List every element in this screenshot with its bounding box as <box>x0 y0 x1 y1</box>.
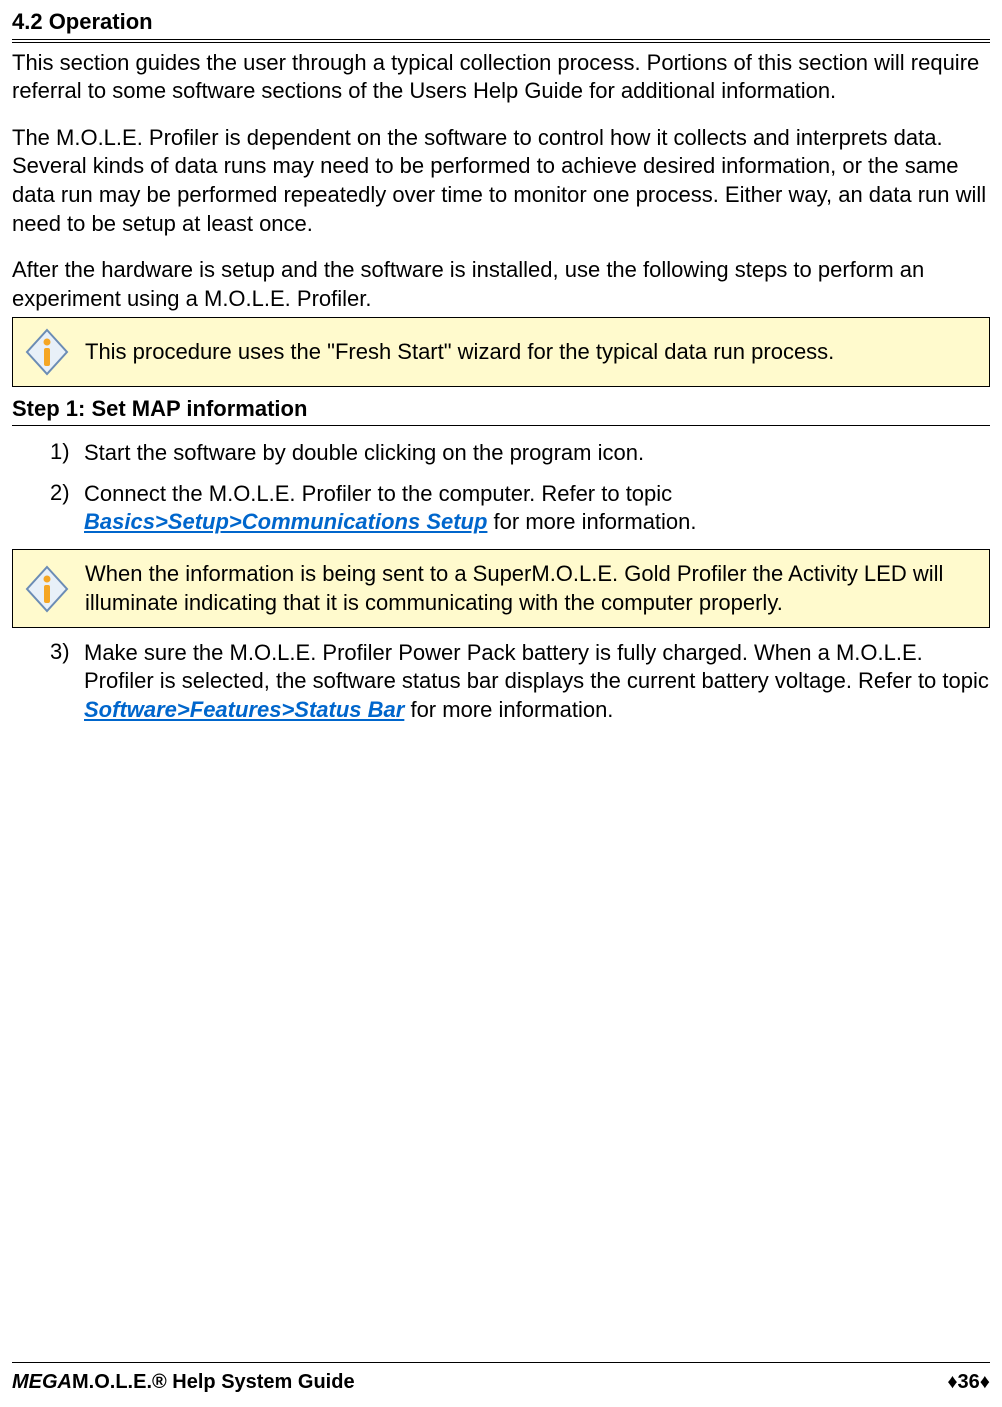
note-box-fresh-start: This procedure uses the "Fresh Start" wi… <box>12 317 990 387</box>
page-footer: MEGAM.O.L.E.® Help System Guide ♦36♦ <box>12 1362 990 1395</box>
link-communications-setup[interactable]: Basics>Setup>Communications Setup <box>84 509 487 534</box>
footer-brand-rest: M.O.L.E.® Help System Guide <box>72 1371 355 1393</box>
list-item-text-after: for more information. <box>404 697 613 722</box>
list-item-text: Make sure the M.O.L.E. Profiler Power Pa… <box>84 639 990 725</box>
footer-title: MEGAM.O.L.E.® Help System Guide <box>12 1369 355 1395</box>
intro-paragraph-1: This section guides the user through a t… <box>12 49 990 106</box>
list-item: 1) Start the software by double clicking… <box>50 438 990 467</box>
footer-page-number: ♦36♦ <box>947 1369 990 1395</box>
info-icon <box>23 565 71 613</box>
note-text: When the information is being sent to a … <box>85 560 979 617</box>
list-item-text-before: Connect the M.O.L.E. Profiler to the com… <box>84 481 672 506</box>
note-text: This procedure uses the "Fresh Start" wi… <box>85 338 979 367</box>
link-status-bar[interactable]: Software>Features>Status Bar <box>84 697 404 722</box>
list-item-text: Start the software by double clicking on… <box>84 439 990 468</box>
list-item-text-after: for more information. <box>487 509 696 534</box>
list-item-text-before: Make sure the M.O.L.E. Profiler Power Pa… <box>84 640 989 694</box>
list-item-number: 2) <box>50 479 80 508</box>
step-rule <box>12 425 990 426</box>
list-item-text: Connect the M.O.L.E. Profiler to the com… <box>84 480 990 537</box>
footer-brand-prefix: MEGA <box>12 1371 72 1393</box>
intro-paragraph-3: After the hardware is setup and the soft… <box>12 256 990 313</box>
intro-paragraph-2: The M.O.L.E. Profiler is dependent on th… <box>12 124 990 238</box>
info-icon <box>23 328 71 376</box>
list-item: 2) Connect the M.O.L.E. Profiler to the … <box>50 479 990 537</box>
note-box-activity-led: When the information is being sent to a … <box>12 549 990 628</box>
list-item: 3) Make sure the M.O.L.E. Profiler Power… <box>50 638 990 724</box>
section-rule <box>12 39 990 43</box>
list-item-number: 1) <box>50 438 80 467</box>
step-heading: Step 1: Set MAP information <box>12 395 990 424</box>
list-item-number: 3) <box>50 638 80 667</box>
section-heading: 4.2 Operation <box>12 8 990 37</box>
